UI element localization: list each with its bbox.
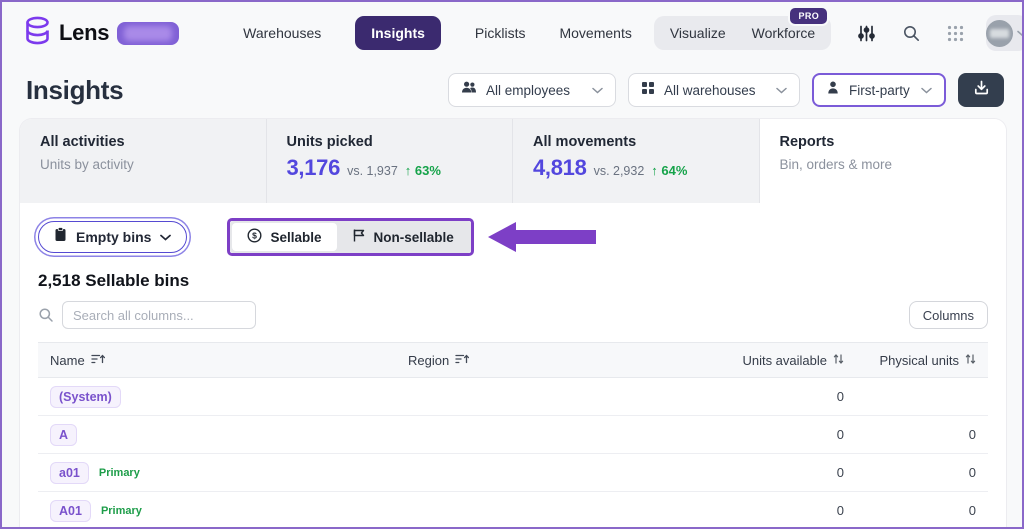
table-row[interactable]: a01 Primary 0 0 — [38, 454, 988, 492]
sort-bars-icon — [91, 353, 105, 368]
stat-tab-all-activities[interactable]: All activities Units by activity — [20, 119, 267, 203]
page-header: Insights All employees All warehouses Fi… — [26, 64, 1004, 116]
brand-logo[interactable]: Lens — [24, 16, 180, 51]
table-search-icon — [38, 307, 54, 323]
app-window: Lens Warehouses Insights Picklists Movem… — [0, 0, 1024, 529]
nav-item-visualize[interactable]: Visualize — [670, 25, 726, 41]
warehouses-filter-value: All warehouses — [664, 82, 756, 98]
nav-item-movements[interactable]: Movements — [559, 25, 631, 41]
units-available-cell: 0 — [836, 503, 844, 518]
bin-name-badge[interactable]: A — [50, 423, 78, 446]
bins-table: Name Region Units available Physical uni… — [38, 342, 988, 527]
sort-updown-icon — [965, 353, 976, 368]
search-input[interactable] — [62, 301, 256, 329]
segment-non-sellable[interactable]: Non-sellable — [337, 223, 469, 251]
dollar-circle-icon: $ — [247, 228, 262, 246]
person-icon — [826, 80, 840, 100]
user-menu[interactable] — [986, 15, 1022, 51]
svg-text:$: $ — [253, 231, 258, 241]
bin-type-value: Empty bins — [76, 229, 152, 245]
sort-bars-icon — [455, 353, 470, 368]
table-row[interactable]: A 0 0 — [38, 416, 988, 454]
search-icon[interactable] — [902, 24, 921, 43]
nav-item-workforce[interactable]: Workforce — [752, 25, 816, 41]
nav-item-warehouses[interactable]: Warehouses — [243, 25, 321, 41]
app-grid-icon[interactable] — [947, 25, 964, 42]
chevron-down-icon — [1017, 24, 1022, 42]
bin-tag: Primary — [98, 466, 140, 479]
column-header-region[interactable]: Region — [408, 353, 668, 368]
clipboard-icon — [54, 227, 67, 247]
nav-item-picklists[interactable]: Picklists — [475, 25, 526, 41]
column-header-physical-units[interactable]: Physical units — [844, 353, 976, 368]
database-logo-icon — [24, 16, 51, 51]
top-nav-bar: Lens Warehouses Insights Picklists Movem… — [2, 2, 1022, 64]
sort-updown-icon — [833, 353, 844, 368]
chevron-down-icon — [921, 87, 932, 94]
units-picked-comparison: vs. 1,937 — [347, 164, 398, 178]
units-available-cell: 0 — [836, 465, 844, 480]
stat-tab-reports[interactable]: Reports Bin, orders & more — [759, 119, 1006, 203]
employees-filter-value: All employees — [486, 82, 571, 98]
party-filter-dropdown[interactable]: First-party — [812, 73, 946, 107]
chevron-down-icon — [592, 87, 603, 94]
all-movements-delta: ↑ 64% — [651, 163, 688, 178]
brand-name: Lens — [59, 20, 110, 45]
org-name-redacted-badge — [117, 21, 180, 45]
stat-tab-units-picked[interactable]: Units picked 3,176 vs. 1,937 ↑ 63% — [266, 119, 513, 203]
chevron-down-icon — [776, 87, 787, 94]
flag-icon — [352, 228, 366, 246]
stat-tab-all-movements[interactable]: All movements 4,818 vs. 2,932 ↑ 64% — [513, 119, 760, 203]
annotation-arrow-icon — [486, 219, 598, 255]
pro-nav-group: Visualize Workforce PRO — [653, 6, 832, 50]
bin-name-badge[interactable]: A01 — [50, 499, 91, 522]
nav-item-insights[interactable]: Insights — [355, 16, 441, 50]
table-row[interactable]: (System) 0 — [38, 378, 988, 416]
people-icon — [461, 80, 477, 100]
pro-badge: PRO — [788, 6, 830, 26]
segment-sellable[interactable]: $ Sellable — [232, 223, 337, 251]
download-button[interactable] — [958, 73, 1004, 107]
column-header-units-available[interactable]: Units available — [668, 353, 844, 368]
filter-bar: All employees All warehouses First-party — [448, 73, 1004, 107]
units-picked-delta: ↑ 63% — [404, 163, 441, 178]
report-toolbar: Empty bins $ Sellable Non-sellable — [38, 218, 988, 256]
all-movements-value: 4,818 — [533, 155, 587, 180]
bin-name-badge[interactable]: (System) — [50, 385, 121, 408]
party-filter-value: First-party — [849, 82, 910, 98]
annotation-highlight-box: $ Sellable Non-sellable — [227, 218, 474, 256]
sellable-toggle: $ Sellable Non-sellable — [230, 221, 471, 253]
primary-nav: Warehouses Insights Picklists Movements — [243, 16, 632, 50]
table-header-row: Name Region Units available Physical uni… — [38, 342, 988, 378]
warehouses-filter-dropdown[interactable]: All warehouses — [628, 73, 800, 107]
bin-type-dropdown[interactable]: Empty bins — [38, 221, 188, 253]
bin-tag: Primary — [100, 504, 142, 517]
columns-button[interactable]: Columns — [908, 301, 988, 329]
table-row[interactable]: A01 Primary 0 0 — [38, 492, 988, 527]
page-title: Insights — [26, 74, 124, 105]
units-available-cell: 0 — [836, 427, 844, 442]
physical-units-cell: 0 — [968, 503, 976, 518]
bin-name-badge[interactable]: a01 — [50, 461, 89, 484]
column-header-name[interactable]: Name — [50, 353, 408, 368]
download-icon — [973, 79, 990, 101]
bin-count-heading: 2,518 Sellable bins — [38, 271, 190, 290]
units-picked-value: 3,176 — [286, 155, 341, 180]
stat-tabs: All activities Units by activity Units p… — [20, 119, 1006, 203]
reports-panel: All activities Units by activity Units p… — [20, 119, 1006, 527]
grid-squares-icon — [641, 81, 655, 100]
employees-filter-dropdown[interactable]: All employees — [448, 73, 616, 107]
chevron-down-icon — [160, 228, 172, 246]
units-available-cell: 0 — [836, 389, 844, 404]
filter-sliders-icon[interactable] — [857, 24, 876, 43]
physical-units-cell: 0 — [968, 427, 976, 442]
avatar — [986, 19, 1014, 47]
all-movements-comparison: vs. 2,932 — [593, 164, 645, 178]
table-controls: Columns — [38, 301, 988, 329]
physical-units-cell: 0 — [968, 465, 976, 480]
